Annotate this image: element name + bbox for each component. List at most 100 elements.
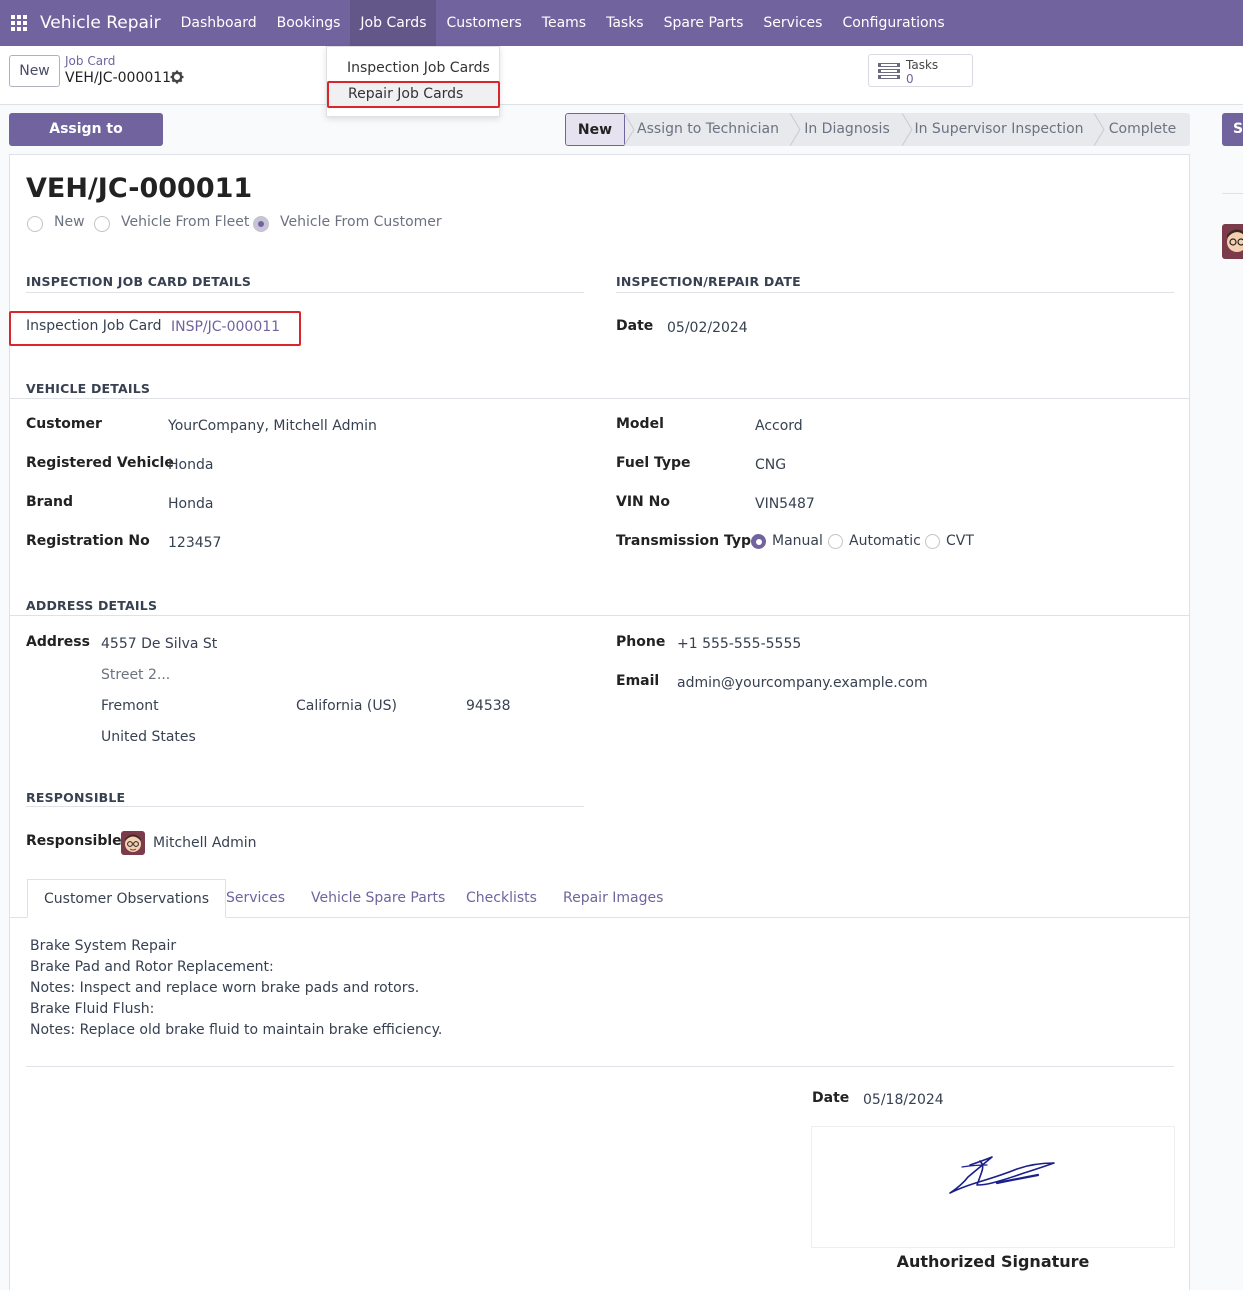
stage-assign-label: Assign to Technician — [637, 121, 779, 137]
radio-customer-label[interactable]: Vehicle From Customer — [280, 214, 442, 230]
stage-diagnosis-label: In Diagnosis — [804, 121, 890, 137]
registration-no-label: Registration No — [26, 533, 150, 549]
tab-vehicle-spare-parts[interactable]: Vehicle Spare Parts — [295, 879, 461, 918]
record-title: VEH/JC-000011 — [26, 173, 253, 204]
customer-field[interactable]: YourCompany, Mitchell Admin — [168, 418, 377, 434]
radio-vehicle-from-customer[interactable] — [253, 216, 269, 232]
stage-new[interactable]: New — [565, 113, 625, 146]
section-divider — [26, 806, 584, 807]
observation-line: Notes: Replace old brake fluid to mainta… — [30, 1022, 443, 1038]
email-field[interactable]: admin@yourcompany.example.com — [677, 675, 928, 691]
email-label: Email — [616, 673, 660, 689]
nav-customers[interactable]: Customers — [436, 0, 531, 46]
observation-line: Notes: Inspect and replace worn brake pa… — [30, 980, 420, 996]
radio-automatic[interactable] — [828, 534, 843, 549]
radio-manual-label[interactable]: Manual — [772, 533, 823, 549]
stage-chevron-icon — [902, 113, 913, 146]
stage-complete[interactable]: Complete — [1094, 113, 1190, 146]
radio-cvt-label[interactable]: CVT — [946, 533, 974, 549]
stage-complete-label: Complete — [1108, 121, 1177, 137]
form-sheet: VEH/JC-000011 New Vehicle From Fleet Veh… — [9, 154, 1190, 1290]
tasks-count: 0 — [906, 72, 914, 86]
country-field[interactable]: United States — [101, 729, 196, 745]
state-field[interactable]: California (US) — [296, 698, 397, 714]
radio-fleet-label[interactable]: Vehicle From Fleet — [121, 214, 249, 230]
apps-menu-icon[interactable] — [0, 0, 38, 46]
section-responsible: RESPONSIBLE — [26, 790, 126, 805]
radio-new[interactable] — [27, 216, 43, 232]
registered-vehicle-label: Registered Vehicle — [26, 455, 174, 471]
registration-no-field[interactable]: 123457 — [168, 535, 221, 551]
signature-pad[interactable] — [811, 1126, 1175, 1248]
tasks-smart-button[interactable]: Tasks 0 — [868, 54, 973, 87]
radio-new-label[interactable]: New — [54, 214, 85, 230]
zip-field[interactable]: 94538 — [466, 698, 511, 714]
nav-services[interactable]: Services — [753, 0, 832, 46]
model-field[interactable]: Accord — [755, 418, 803, 434]
brand-field[interactable]: Honda — [168, 496, 213, 512]
signature-date-field[interactable]: 05/18/2024 — [863, 1092, 944, 1108]
responsible-field[interactable]: Mitchell Admin — [153, 835, 257, 851]
vin-no-field[interactable]: VIN5487 — [755, 496, 815, 512]
stage-chevron-icon — [1094, 113, 1105, 146]
fuel-type-field[interactable]: CNG — [755, 457, 786, 473]
nav-dashboard[interactable]: Dashboard — [171, 0, 267, 46]
stage-supervisor-label: In Supervisor Inspection — [914, 121, 1084, 137]
date-field[interactable]: 05/02/2024 — [667, 320, 748, 336]
fuel-type-label: Fuel Type — [616, 455, 691, 471]
address-label: Address — [26, 634, 90, 650]
responsible-label: Responsible — [26, 833, 122, 849]
gear-icon[interactable] — [170, 70, 184, 84]
chatter-divider — [1222, 193, 1243, 194]
date-label: Date — [616, 318, 654, 334]
tab-services[interactable]: Services — [210, 879, 301, 918]
tab-checklists[interactable]: Checklists — [450, 879, 553, 918]
nav-spare-parts[interactable]: Spare Parts — [654, 0, 754, 46]
tasks-list-icon — [878, 63, 900, 79]
chatter-send-button[interactable]: Se — [1222, 113, 1243, 146]
section-address-details: ADDRESS DETAILS — [26, 598, 158, 613]
breadcrumb-current: VEH/JC-000011 — [65, 70, 172, 86]
brand-label: Brand — [26, 494, 74, 510]
radio-automatic-label[interactable]: Automatic — [849, 533, 921, 549]
radio-vehicle-from-fleet[interactable] — [94, 216, 110, 232]
observation-line: Brake Pad and Rotor Replacement: — [30, 959, 274, 975]
section-divider — [10, 398, 1190, 399]
signature-image — [949, 1156, 1055, 1194]
tab-repair-images[interactable]: Repair Images — [547, 879, 679, 918]
nav-configurations[interactable]: Configurations — [832, 0, 954, 46]
phone-label: Phone — [616, 634, 666, 650]
breadcrumb-parent[interactable]: Job Card — [65, 54, 115, 68]
nav-bookings[interactable]: Bookings — [267, 0, 351, 46]
observation-line: Brake System Repair — [30, 938, 177, 954]
tab-customer-observations[interactable]: Customer Observations — [27, 879, 226, 918]
avatar — [121, 831, 145, 855]
tasks-label: Tasks — [906, 58, 939, 72]
menu-item-repair-job-cards[interactable]: Repair Job Cards — [327, 81, 500, 108]
phone-field[interactable]: +1 555-555-5555 — [677, 636, 801, 652]
city-field[interactable]: Fremont — [101, 698, 159, 714]
street-field[interactable]: 4557 De Silva St — [101, 636, 217, 652]
nav-job-cards[interactable]: Job Cards — [350, 0, 437, 46]
nav-teams[interactable]: Teams — [532, 0, 596, 46]
registered-vehicle-field[interactable]: Honda — [168, 457, 213, 473]
inspection-job-card-link[interactable]: INSP/JC-000011 — [171, 319, 280, 335]
stage-assign-to-technician[interactable]: Assign to Technician — [624, 113, 791, 146]
section-repair-date: INSPECTION/REPAIR DATE — [616, 274, 801, 289]
stage-in-diagnosis[interactable]: In Diagnosis — [790, 113, 903, 146]
model-label: Model — [616, 416, 664, 432]
stage-in-supervisor-inspection[interactable]: In Supervisor Inspection — [902, 113, 1095, 146]
new-button[interactable]: New — [9, 55, 60, 87]
app-name[interactable]: Vehicle Repair — [38, 0, 171, 46]
customer-observations-text[interactable]: Brake System Repair Brake Pad and Rotor … — [30, 936, 442, 1041]
menu-item-inspection-job-cards[interactable]: Inspection Job Cards — [327, 55, 499, 82]
inspection-job-card-label: Inspection Job Card — [26, 318, 162, 334]
assign-to-technician-button[interactable]: Assign to Technician — [9, 113, 163, 170]
transmission-type-label: Transmission Type — [616, 533, 761, 549]
street2-field[interactable]: Street 2... — [101, 667, 170, 683]
nav-tasks[interactable]: Tasks — [596, 0, 654, 46]
radio-cvt[interactable] — [925, 534, 940, 549]
section-vehicle-details: VEHICLE DETAILS — [26, 381, 151, 396]
radio-manual[interactable] — [751, 534, 766, 549]
signature-date-label: Date — [812, 1090, 850, 1106]
